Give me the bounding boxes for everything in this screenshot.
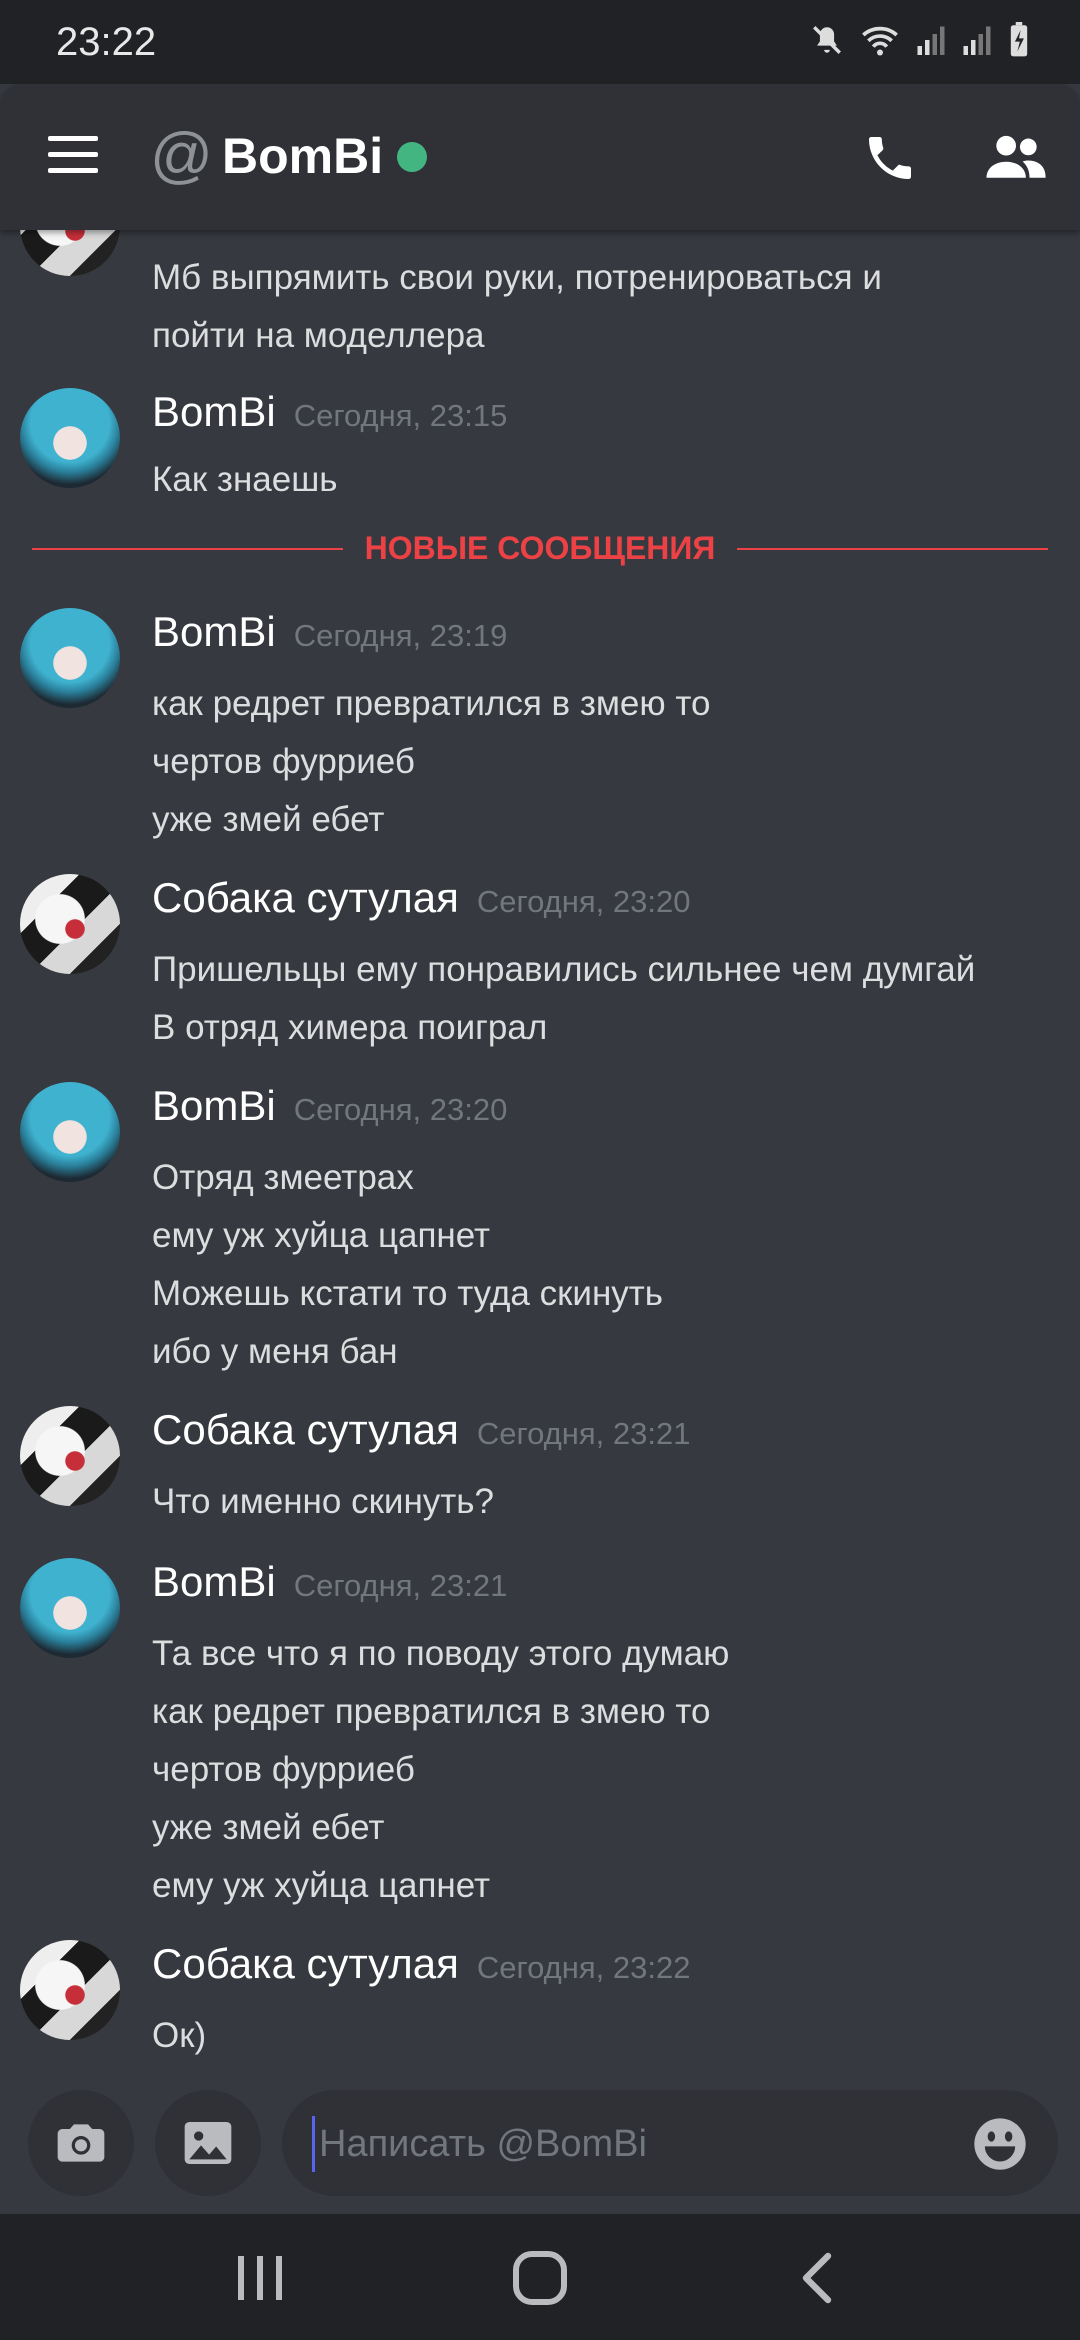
avatar[interactable]: [20, 1082, 120, 1182]
message-timestamp: Сегодня, 23:15: [293, 398, 508, 433]
system-navigation-bar: [0, 2214, 1080, 2340]
message-text: Ок): [152, 2016, 207, 2055]
avatar[interactable]: [20, 1406, 120, 1506]
avatar[interactable]: [20, 1940, 120, 2040]
message-text: пойти на моделлера: [152, 316, 485, 355]
message-header: BomBi Сегодня, 23:20: [152, 1082, 507, 1130]
mute-icon: [813, 26, 841, 54]
signal-icon: [917, 26, 945, 55]
message-header: Собака сутулая Сегодня, 23:20: [152, 874, 690, 922]
message-header: BomBi Сегодня, 23:21: [152, 1558, 507, 1606]
message-input-container: [282, 2090, 1058, 2196]
gallery-button[interactable]: [155, 2090, 261, 2196]
message-author[interactable]: BomBi: [152, 1082, 276, 1130]
message-header: BomBi Сегодня, 23:19: [152, 608, 507, 656]
message-text: Пришельцы ему понравились сильнее чем ду…: [152, 950, 976, 989]
message-header: Собака сутулая Сегодня, 23:22: [152, 1940, 690, 1988]
new-messages-divider: НОВЫЕ СООБЩЕНИЯ: [32, 526, 1048, 570]
message-text: ибо у меня бан: [152, 1332, 398, 1371]
message-text: Что именно скинуть?: [152, 1482, 495, 1521]
members-icon[interactable]: [984, 130, 1048, 186]
message-composer: [0, 2080, 1080, 2214]
battery-charging-icon: [1010, 22, 1028, 57]
avatar[interactable]: [20, 1558, 120, 1658]
message-header: Собака сутулая Сегодня, 23:21: [152, 1406, 690, 1454]
image-icon: [184, 2122, 232, 2164]
wifi-icon: [862, 26, 898, 56]
signal-icon-2: [963, 26, 991, 55]
message-author[interactable]: BomBi: [152, 388, 276, 436]
menu-icon[interactable]: [48, 136, 98, 178]
message-author[interactable]: BomBi: [152, 608, 276, 656]
online-status-dot: [397, 142, 427, 172]
message-text: В отряд химера поиграл: [152, 1008, 548, 1047]
recent-apps-icon[interactable]: [228, 2250, 292, 2306]
message-list[interactable]: Мб выпрямить свои руки, потренироваться …: [0, 230, 1080, 2080]
message-input[interactable]: [312, 2116, 921, 2172]
message-author[interactable]: Собака сутулая: [152, 1940, 459, 1988]
status-time: 23:22: [56, 20, 157, 64]
message-timestamp: Сегодня, 23:19: [293, 618, 508, 653]
message-text: уже змей ебет: [152, 1808, 385, 1847]
message-text: Отряд змеетрах: [152, 1158, 414, 1197]
message-text: Можешь кстати то туда скинуть: [152, 1274, 664, 1313]
message-timestamp: Сегодня, 23:22: [476, 1950, 691, 1985]
message-text: Мб выпрямить свои руки, потренироваться …: [152, 258, 882, 297]
home-icon[interactable]: [508, 2250, 572, 2306]
message-author[interactable]: Собака сутулая: [152, 1406, 459, 1454]
camera-icon: [57, 2124, 105, 2162]
camera-button[interactable]: [28, 2090, 134, 2196]
message-text: уже змей ебет: [152, 800, 385, 839]
channel-title[interactable]: BomBi: [222, 126, 383, 186]
status-bar: 23:22: [0, 0, 1080, 84]
emoji-icon[interactable]: [972, 2116, 1028, 2172]
message-text: Как знаешь: [152, 460, 338, 499]
message-text: чертов фурриеб: [152, 742, 415, 781]
status-icons: [810, 22, 1030, 58]
message-text: Та все что я по поводу этого думаю: [152, 1634, 730, 1673]
channel-header: @ BomBi: [0, 84, 1080, 230]
message-text: ему уж хуйца цапнет: [152, 1866, 491, 1905]
avatar[interactable]: [20, 230, 120, 276]
new-messages-label: НОВЫЕ СООБЩЕНИЯ: [32, 526, 1048, 570]
phone-icon[interactable]: [862, 130, 918, 186]
avatar[interactable]: [20, 388, 120, 488]
avatar[interactable]: [20, 874, 120, 974]
back-icon[interactable]: [788, 2250, 852, 2306]
message-author[interactable]: BomBi: [152, 1558, 276, 1606]
message-text: как редрет превратился в змею то: [152, 1692, 711, 1731]
avatar[interactable]: [20, 608, 120, 708]
at-icon: @: [150, 121, 213, 190]
message-text: как редрет превратился в змею то: [152, 684, 711, 723]
message-author[interactable]: Собака сутулая: [152, 874, 459, 922]
message-header: BomBi Сегодня, 23:15: [152, 388, 507, 436]
message-text: чертов фурриеб: [152, 1750, 415, 1789]
message-timestamp: Сегодня, 23:20: [476, 884, 691, 919]
message-timestamp: Сегодня, 23:20: [293, 1092, 508, 1127]
message-timestamp: Сегодня, 23:21: [476, 1416, 691, 1451]
message-timestamp: Сегодня, 23:21: [293, 1568, 508, 1603]
message-text: ему уж хуйца цапнет: [152, 1216, 491, 1255]
